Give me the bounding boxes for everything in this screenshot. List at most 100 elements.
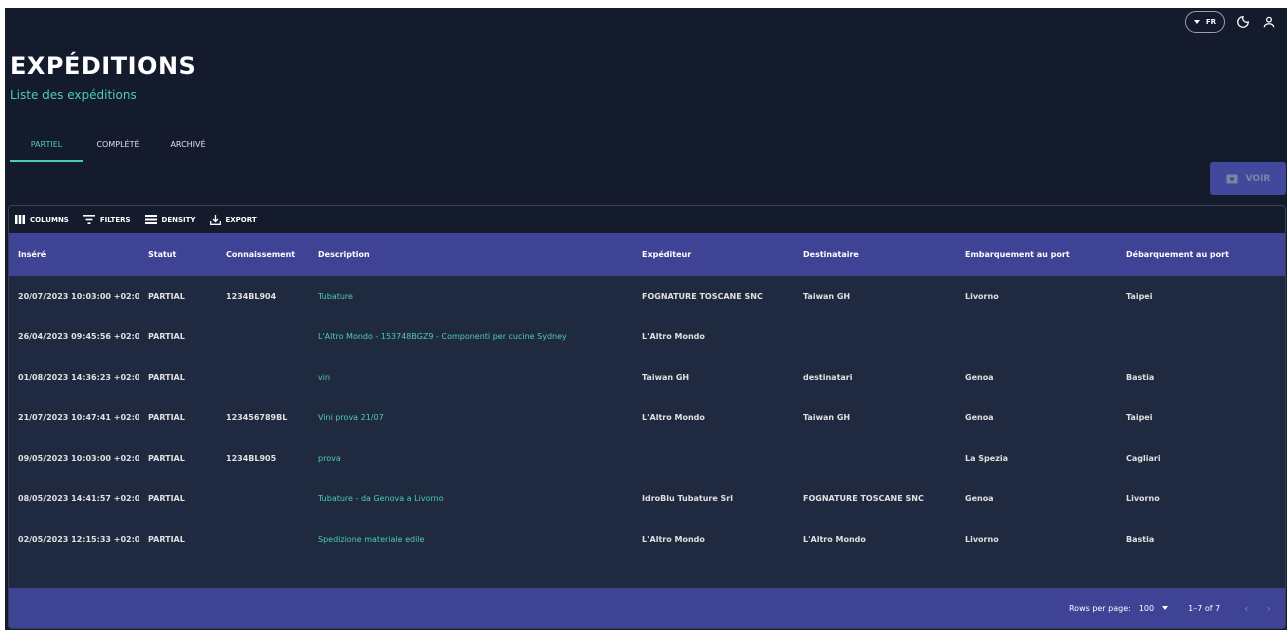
column-header-loading-port[interactable]: Embarquement au port — [956, 250, 1117, 259]
cell-unloading-port: Bastia — [1126, 534, 1155, 544]
cell-status: PARTIAL — [148, 494, 185, 504]
cell-sender: L'Altro Mondo — [642, 332, 705, 342]
cell-status: PARTIAL — [148, 291, 185, 301]
cell-description: vin — [318, 372, 331, 382]
cell-bill-of-lading: 123456789BL — [226, 413, 288, 423]
cell-unloading-port: Livorno — [1126, 494, 1160, 504]
cell-inserted: 09/05/2023 10:03:00 +02:00 — [18, 453, 139, 463]
cell-unloading-port: Taipei — [1126, 413, 1153, 423]
top-bar: FR — [1184, 11, 1277, 33]
next-page-icon[interactable]: › — [1267, 602, 1271, 615]
pagination-range: 1–7 of 7 — [1188, 603, 1221, 613]
caret-down-icon — [1193, 20, 1200, 24]
cell-description: L'Altro Mondo - 153748BGZ9 - Componenti … — [318, 332, 567, 342]
density-label: DENSITY — [161, 215, 196, 224]
table-body: 20/07/2023 10:03:00 +02:00 PARTIAL 1234B… — [9, 276, 1285, 560]
table-footer: Rows per page: 100 1–7 of 7 ‹ › — [9, 588, 1285, 628]
rows-per-page-value: 100 — [1138, 603, 1155, 613]
export-icon — [209, 214, 221, 225]
column-header-status[interactable]: Statut — [139, 250, 217, 259]
cell-inserted: 21/07/2023 10:47:41 +02:00 — [18, 413, 139, 423]
cell-unloading-port: Taipei — [1126, 291, 1153, 301]
cell-loading-port: Livorno — [965, 534, 999, 544]
cell-status: PARTIAL — [148, 453, 185, 463]
cell-sender: IdroBlu Tubature Srl — [642, 494, 733, 504]
cell-unloading-port: Bastia — [1126, 372, 1155, 382]
export-label: EXPORT — [225, 215, 257, 224]
rows-per-page-select[interactable]: 100 — [1138, 603, 1169, 613]
cell-status: PARTIAL — [148, 413, 185, 423]
tab-partiel[interactable]: PARTIEL — [10, 134, 83, 162]
voir-label: VOIR — [1245, 173, 1271, 184]
table-toolbar: COLUMNS FILTERS DENSITY EXPORT — [9, 206, 1285, 233]
column-header-bill-of-lading[interactable]: Connaissement — [217, 250, 309, 259]
tab-archive[interactable]: ARCHIVÉ — [153, 134, 223, 162]
cell-inserted: 01/08/2023 14:36:23 +02:00 — [18, 372, 139, 382]
table-row[interactable]: 26/04/2023 09:45:56 +02:00 PARTIAL L'Alt… — [9, 317, 1285, 358]
cell-loading-port: Livorno — [965, 291, 999, 301]
cell-loading-port: La Spezia — [965, 453, 1008, 463]
column-header-inserted[interactable]: Inséré — [9, 250, 139, 259]
table-header: Inséré Statut Connaissement Description … — [9, 233, 1285, 276]
cell-bill-of-lading: 1234BL904 — [226, 291, 277, 301]
cell-recipient: destinatari — [803, 372, 853, 382]
column-header-description[interactable]: Description — [309, 250, 633, 259]
tab-complete[interactable]: COMPLÉTÉ — [83, 134, 153, 162]
table-row[interactable]: 02/05/2023 12:15:33 +02:00 PARTIAL Spedi… — [9, 519, 1285, 560]
column-header-recipient[interactable]: Destinataire — [794, 250, 956, 259]
cell-inserted: 26/04/2023 09:45:56 +02:00 — [18, 332, 139, 342]
language-label: FR — [1205, 18, 1216, 26]
voir-button[interactable]: VOIR — [1210, 162, 1286, 195]
rows-per-page: Rows per page: 100 — [1069, 604, 1178, 613]
cell-loading-port: Genoa — [965, 413, 994, 423]
app-window: FR EXPÉDITIONS Liste des expéditions PAR… — [5, 8, 1287, 630]
columns-label: COLUMNS — [30, 215, 69, 224]
column-header-unloading-port[interactable]: Débarquement au port — [1117, 250, 1277, 259]
column-header-sender[interactable]: Expéditeur — [633, 250, 794, 259]
cell-recipient: Taiwan GH — [803, 291, 851, 301]
dark-mode-icon[interactable] — [1235, 14, 1251, 30]
cell-description: Tubature — [318, 291, 353, 301]
cell-unloading-port: Cagliari — [1126, 453, 1161, 463]
cell-status: PARTIAL — [148, 332, 185, 342]
cell-recipient: L'Altro Mondo — [803, 534, 866, 544]
cell-sender: L'Altro Mondo — [642, 534, 705, 544]
cell-description: prova — [318, 453, 341, 463]
filters-label: FILTERS — [99, 215, 131, 224]
cell-bill-of-lading: 1234BL905 — [226, 453, 277, 463]
export-button[interactable]: EXPORT — [209, 214, 257, 225]
cell-inserted: 08/05/2023 14:41:57 +02:00 — [18, 494, 139, 504]
pagination-controls: ‹ › — [1244, 602, 1271, 615]
language-selector[interactable]: FR — [1184, 11, 1225, 33]
cell-loading-port: Genoa — [965, 494, 994, 504]
cell-recipient: Taiwan GH — [803, 413, 851, 423]
table-row[interactable]: 01/08/2023 14:36:23 +02:00 PARTIAL vin T… — [9, 357, 1285, 398]
cell-recipient: FOGNATURE TOSCANE SNC — [803, 494, 924, 504]
cell-inserted: 20/07/2023 10:03:00 +02:00 — [18, 291, 139, 301]
table-row[interactable]: 08/05/2023 14:41:57 +02:00 PARTIAL Tubat… — [9, 479, 1285, 520]
cell-description: Vini prova 21/07 — [318, 413, 384, 423]
cell-status: PARTIAL — [148, 372, 185, 382]
density-button[interactable]: DENSITY — [144, 215, 196, 224]
table-row[interactable]: 20/07/2023 10:03:00 +02:00 PARTIAL 1234B… — [9, 276, 1285, 317]
filter-icon — [82, 215, 95, 224]
cell-description: Tubature - da Genova a Livorno — [318, 494, 444, 504]
tab-bar: PARTIEL COMPLÉTÉ ARCHIVÉ — [10, 134, 223, 162]
table-row[interactable]: 09/05/2023 10:03:00 +02:00 PARTIAL 1234B… — [9, 438, 1285, 479]
table-row[interactable]: 21/07/2023 10:47:41 +02:00 PARTIAL 12345… — [9, 398, 1285, 439]
cell-sender: Taiwan GH — [642, 372, 690, 382]
filters-button[interactable]: FILTERS — [82, 215, 131, 224]
columns-icon — [15, 215, 25, 224]
user-icon[interactable] — [1261, 14, 1277, 30]
cell-description: Spedizione materiale edile — [318, 534, 425, 544]
caret-down-icon — [1162, 606, 1169, 610]
cell-loading-port: Genoa — [965, 372, 994, 382]
cell-sender: L'Altro Mondo — [642, 413, 705, 423]
cell-sender: FOGNATURE TOSCANE SNC — [642, 291, 763, 301]
previous-page-icon[interactable]: ‹ — [1244, 602, 1248, 615]
columns-button[interactable]: COLUMNS — [15, 215, 69, 224]
page-subtitle: Liste des expéditions — [10, 88, 137, 102]
cell-inserted: 02/05/2023 12:15:33 +02:00 — [18, 534, 139, 544]
density-icon — [144, 215, 157, 224]
cell-status: PARTIAL — [148, 534, 185, 544]
